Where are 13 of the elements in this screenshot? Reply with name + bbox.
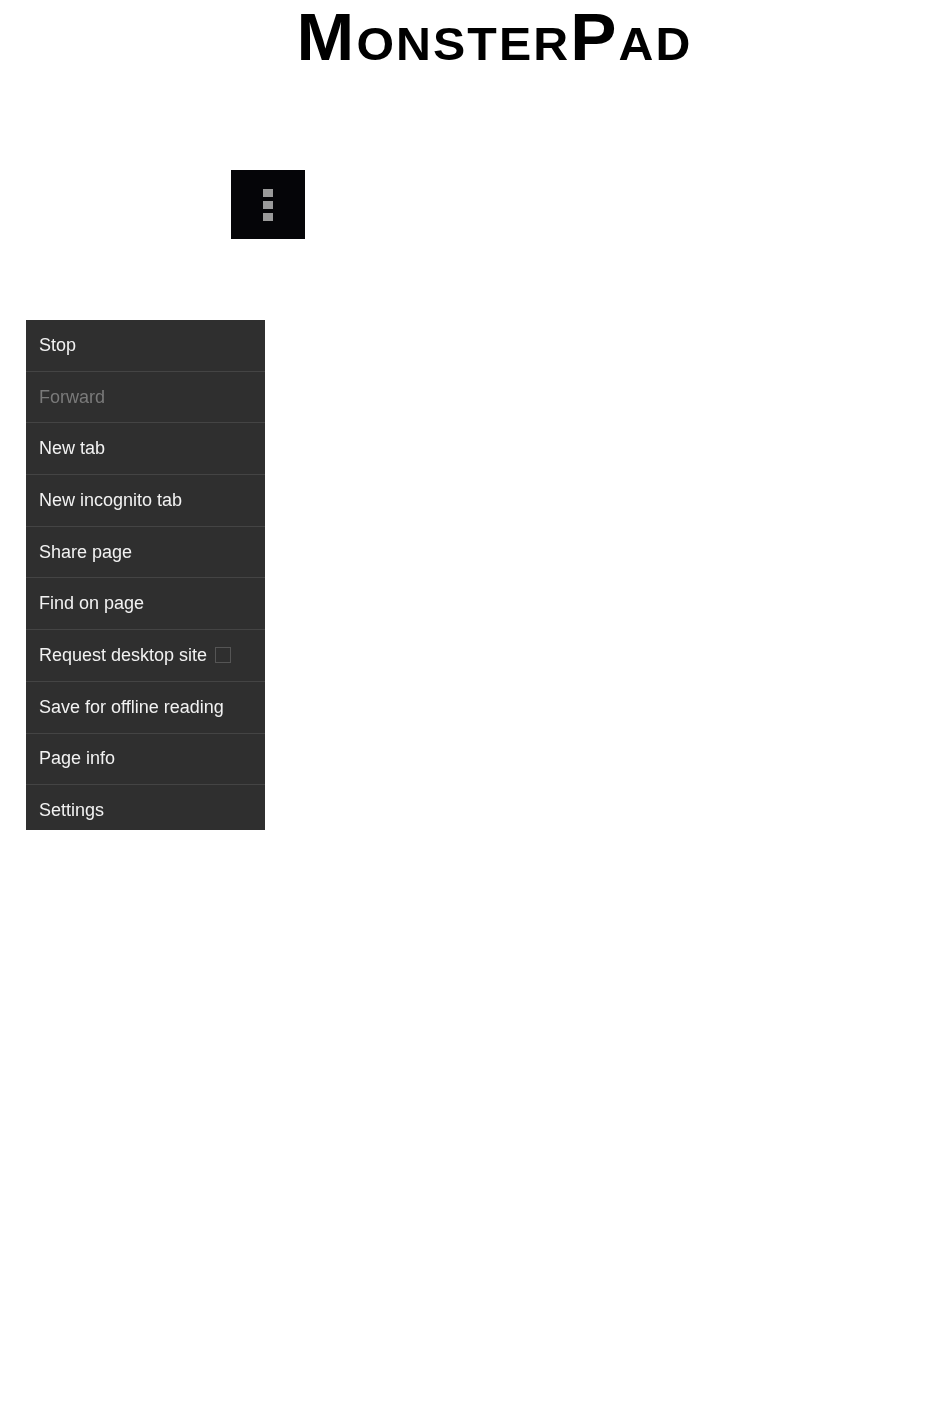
menu-item[interactable]: Stop: [26, 320, 265, 372]
overflow-menu-icon: [263, 188, 273, 221]
menu-item[interactable]: New tab: [26, 423, 265, 476]
menu-item[interactable]: New incognito tab: [26, 475, 265, 527]
checkbox[interactable]: [215, 647, 232, 664]
menu-item[interactable]: Share page: [26, 526, 265, 579]
menu-item[interactable]: Page info: [26, 733, 265, 786]
menu-item[interactable]: Find on page: [26, 578, 265, 631]
menu-item[interactable]: Settings: [26, 785, 265, 830]
menu-item[interactable]: Request desktop site: [26, 630, 265, 682]
logo-text: MonsterPad: [297, 2, 693, 72]
menu-item[interactable]: Save for offline reading: [26, 681, 265, 734]
menu-button[interactable]: [231, 170, 305, 239]
